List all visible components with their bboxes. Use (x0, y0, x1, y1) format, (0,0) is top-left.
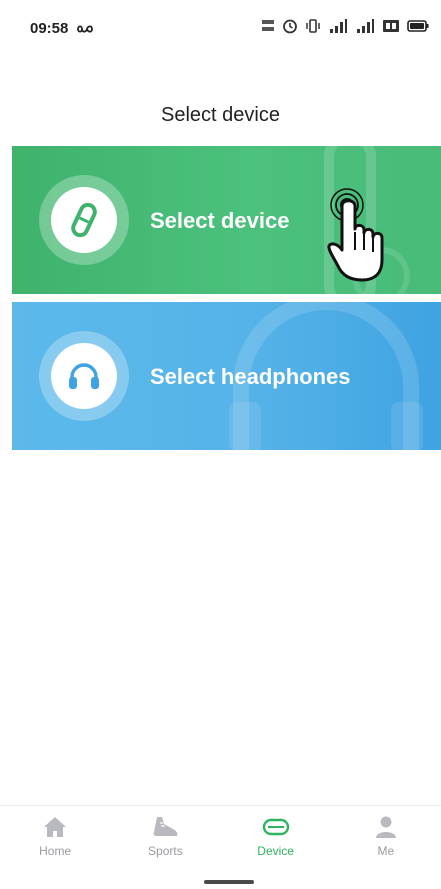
hd-icon (383, 20, 399, 32)
tab-sports[interactable]: Sports (110, 806, 220, 865)
home-icon (41, 814, 69, 840)
headphones-icon-circle (51, 343, 117, 409)
select-headphones-card[interactable]: Select headphones (12, 302, 441, 450)
tab-me-label: Me (377, 844, 395, 858)
band-icon (71, 202, 97, 238)
select-device-label: Select device (150, 208, 290, 233)
tab-sports-label: Sports (148, 844, 183, 858)
tab-device-label: Device (257, 844, 294, 858)
vibrate-icon (306, 19, 320, 33)
network-speed-icon (262, 20, 274, 31)
status-bar: 09:58 (0, 0, 441, 56)
page-title: Select device (161, 104, 280, 126)
tab-home-label: Home (39, 844, 72, 858)
person-icon (372, 814, 400, 840)
alarm-icon (283, 19, 297, 34)
infinity-icon (76, 25, 93, 33)
tab-device[interactable]: Device (221, 806, 331, 865)
signal-icon (330, 19, 347, 33)
signal-icon (357, 19, 374, 33)
select-headphones-label: Select headphones (150, 364, 351, 389)
tab-bar: Home Sports Device Me (0, 805, 441, 865)
battery-icon (407, 20, 429, 32)
tab-home[interactable]: Home (0, 806, 110, 865)
headphones-icon (69, 363, 99, 389)
home-indicator[interactable] (204, 880, 254, 884)
status-time: 09:58 (30, 20, 95, 37)
device-icon-circle (51, 187, 117, 253)
tab-me[interactable]: Me (331, 806, 441, 865)
status-icons (261, 18, 429, 34)
shoe-icon (151, 814, 179, 840)
band-icon (262, 814, 290, 840)
tap-hand-icon (327, 188, 384, 282)
